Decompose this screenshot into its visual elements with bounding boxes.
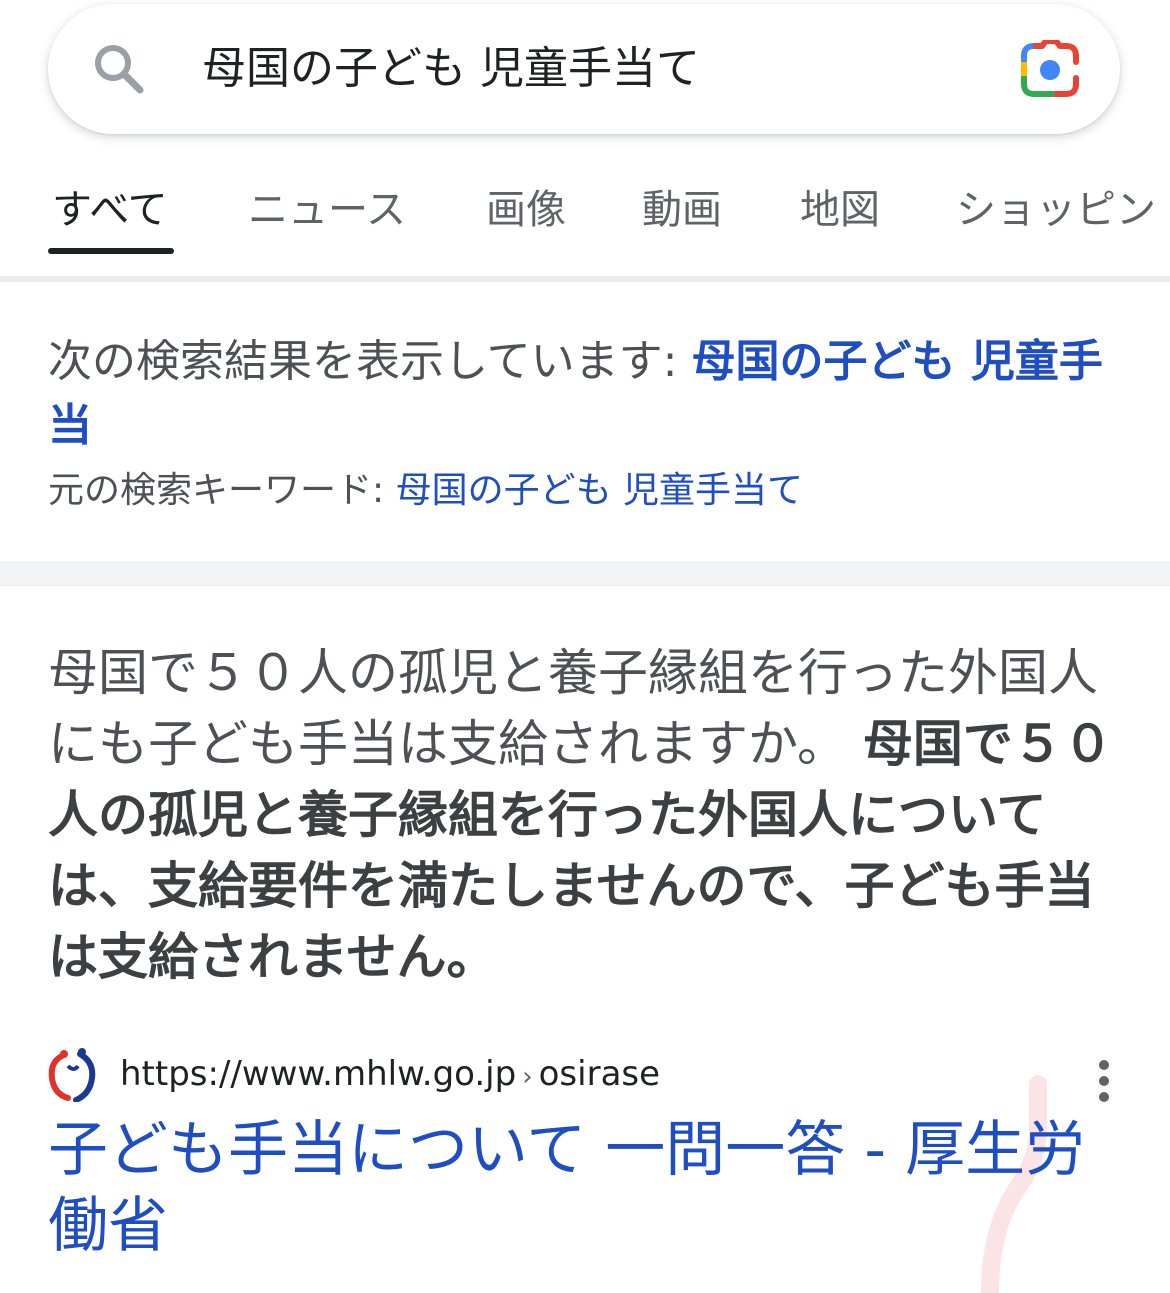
tab-news[interactable]: ニュース: [248, 182, 406, 238]
mhlw-favicon: [48, 1048, 96, 1102]
featured-snippet: 母国で５０人の孤児と養子縁組を行った外国人にも子ども手当は支給されますか。 母国…: [48, 638, 1128, 993]
url-separator: ›: [522, 1062, 533, 1092]
search-tabs: すべて ニュース 画像 動画 地図 ショッピン: [0, 150, 1170, 276]
showing-results-prefix: 次の検索結果を表示しています:: [48, 336, 692, 387]
result-title-link[interactable]: 子ども手当について 一問一答 - 厚生労働省: [48, 1112, 1088, 1264]
original-query-link[interactable]: 母国の子ども 児童手当て: [396, 470, 803, 511]
more-vert-icon[interactable]: [1096, 1058, 1112, 1104]
google-lens-icon[interactable]: [1018, 40, 1082, 100]
search-input[interactable]: 母国の子ども 児童手当て: [202, 40, 700, 98]
original-query-line: 元の検索キーワード: 母国の子ども 児童手当て: [48, 466, 1128, 516]
search-bar[interactable]: 母国の子ども 児童手当て: [48, 4, 1120, 134]
result-url[interactable]: https://www.mhlw.go.jp › osirase: [120, 1052, 660, 1099]
original-query-prefix: 元の検索キーワード:: [48, 470, 396, 511]
tab-maps[interactable]: 地図: [800, 182, 880, 238]
url-path: osirase: [538, 1054, 661, 1094]
tab-images[interactable]: 画像: [486, 182, 566, 238]
url-domain: https://www.mhlw.go.jp: [120, 1054, 517, 1094]
showing-results-line: 次の検索結果を表示しています: 母国の子ども 児童手当: [48, 330, 1128, 458]
tab-shopping[interactable]: ショッピン: [956, 182, 1156, 238]
spelling-correction: 次の検索結果を表示しています: 母国の子ども 児童手当 元の検索キーワード: 母…: [48, 330, 1128, 516]
tab-videos[interactable]: 動画: [642, 182, 722, 238]
section-divider: [0, 562, 1170, 586]
tab-all[interactable]: すべて: [52, 182, 168, 238]
active-tab-indicator: [48, 248, 174, 254]
tabs-divider: [0, 276, 1170, 282]
search-icon[interactable]: [88, 38, 148, 98]
